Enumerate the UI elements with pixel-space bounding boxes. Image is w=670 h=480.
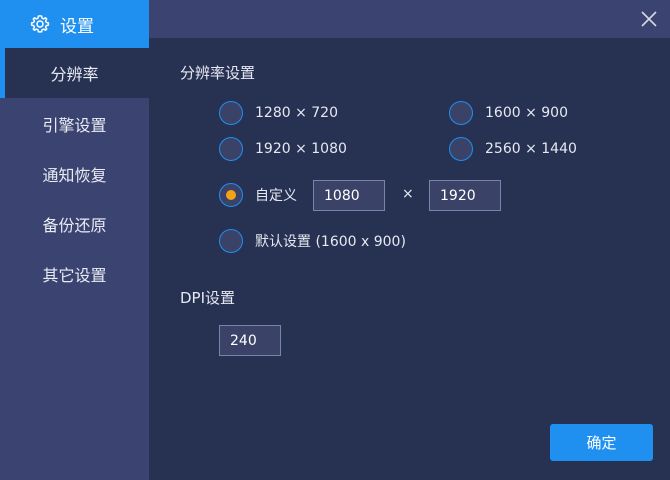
dpi-section-title: DPI设置 — [180, 289, 236, 307]
radio-button[interactable] — [449, 101, 473, 125]
sidebar-item-resolution[interactable]: 分辨率 — [0, 48, 149, 98]
sidebar: 设置 分辨率 引擎设置 通知恢复 备份还原 其它设置 — [0, 0, 149, 480]
radio-1600x900[interactable]: 1600 × 900 — [449, 101, 568, 125]
gear-icon — [30, 14, 50, 34]
confirm-button[interactable]: 确定 — [550, 424, 653, 461]
radio-button[interactable] — [219, 137, 243, 161]
radio-label: 自定义 — [255, 188, 297, 204]
sidebar-item-engine[interactable]: 引擎设置 — [0, 99, 149, 149]
radio-custom[interactable]: 自定义 — [219, 183, 297, 207]
sidebar-header: 设置 — [0, 0, 149, 48]
custom-width-input[interactable]: 1080 — [313, 180, 385, 211]
sidebar-item-notification[interactable]: 通知恢复 — [0, 149, 149, 199]
close-icon — [638, 11, 660, 34]
resolution-section-title: 分辨率设置 — [180, 64, 256, 82]
dpi-input[interactable]: 240 — [219, 325, 281, 356]
sidebar-item-backup[interactable]: 备份还原 — [0, 199, 149, 249]
radio-2560x1440[interactable]: 2560 × 1440 — [449, 137, 577, 161]
radio-label: 2560 × 1440 — [485, 141, 577, 157]
times-sign: × — [402, 186, 414, 202]
sidebar-item-other[interactable]: 其它设置 — [0, 249, 149, 299]
radio-default[interactable]: 默认设置 (1600 x 900) — [219, 229, 406, 253]
close-button[interactable] — [638, 8, 660, 30]
radio-button-selected[interactable] — [219, 183, 243, 207]
radio-label: 默认设置 (1600 x 900) — [255, 234, 406, 250]
radio-button[interactable] — [219, 229, 243, 253]
custom-height-input[interactable]: 1920 — [429, 180, 501, 211]
title-bar — [149, 0, 670, 38]
radio-1280x720[interactable]: 1280 × 720 — [219, 101, 338, 125]
radio-label: 1280 × 720 — [255, 105, 338, 121]
radio-button[interactable] — [449, 137, 473, 161]
radio-label: 1920 × 1080 — [255, 141, 347, 157]
radio-button[interactable] — [219, 101, 243, 125]
window-title: 设置 — [60, 16, 94, 37]
radio-1920x1080[interactable]: 1920 × 1080 — [219, 137, 347, 161]
settings-window: 设置 分辨率 引擎设置 通知恢复 备份还原 其它设置 分辨率设置 1280 × … — [0, 0, 670, 480]
radio-label: 1600 × 900 — [485, 105, 568, 121]
